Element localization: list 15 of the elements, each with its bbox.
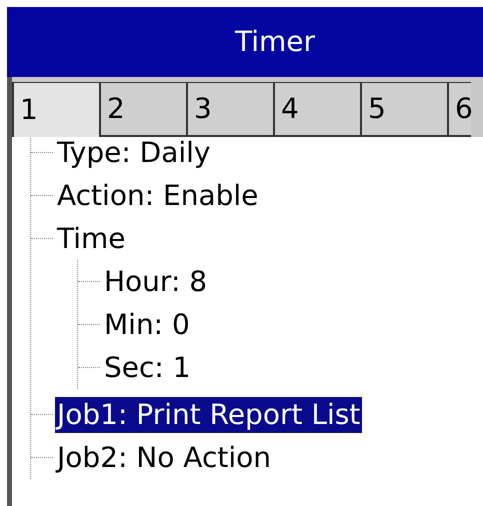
tree-item[interactable]: Action: Enable xyxy=(55,178,260,214)
tab[interactable]: 4 xyxy=(273,82,360,137)
tab[interactable]: 3 xyxy=(186,82,273,137)
tree-item[interactable]: Job1: Print Report List xyxy=(55,396,362,432)
tree-item[interactable]: Min: 0 xyxy=(102,306,192,342)
tree-item[interactable]: Type: Daily xyxy=(55,134,212,170)
tree-item[interactable]: Sec: 1 xyxy=(102,350,193,386)
tree-item[interactable]: Time xyxy=(55,220,128,256)
tab[interactable]: 2 xyxy=(99,82,186,137)
tab[interactable]: 5 xyxy=(360,82,447,137)
tree-item[interactable]: Hour: 8 xyxy=(102,264,210,300)
tab[interactable]: 6 xyxy=(447,82,471,137)
window-title: Timer xyxy=(234,24,316,60)
tab[interactable]: 1 xyxy=(12,82,99,137)
tree-item[interactable]: Job2: No Action xyxy=(55,440,273,476)
